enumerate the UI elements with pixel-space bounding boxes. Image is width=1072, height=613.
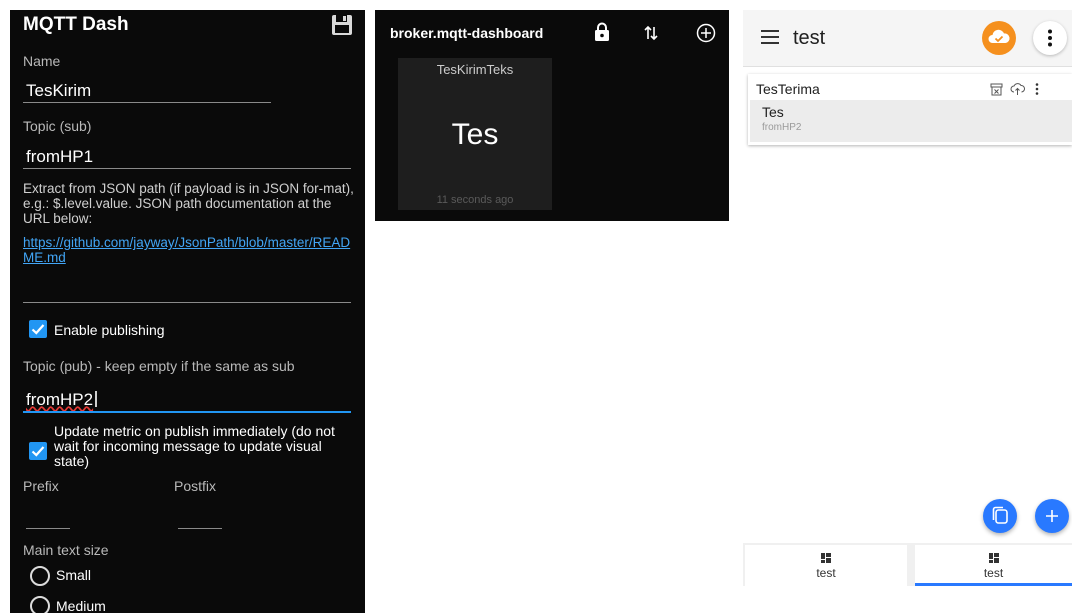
add-circle-icon[interactable] bbox=[696, 23, 716, 43]
dashboard-panel: test TesTerima Tes fromHP2 test test bbox=[743, 10, 1072, 586]
dashboard-icon bbox=[989, 553, 999, 563]
size-medium-label: Medium bbox=[56, 598, 106, 613]
tile-value: Tes bbox=[762, 104, 784, 120]
archive-icon[interactable] bbox=[990, 83, 1003, 96]
tile-timestamp: 11 seconds ago bbox=[436, 194, 514, 206]
bottom-tab-2[interactable]: test bbox=[915, 545, 1072, 586]
enable-publishing-label: Enable publishing bbox=[54, 322, 165, 338]
more-vert-icon bbox=[1048, 29, 1052, 47]
topic-pub-underline bbox=[23, 411, 351, 413]
check-icon bbox=[31, 446, 45, 457]
tile-value: Tes bbox=[451, 118, 499, 151]
name-input-underline bbox=[23, 102, 271, 103]
main-text-size-label: Main text size bbox=[23, 542, 109, 558]
cloud-upload-icon[interactable] bbox=[1010, 82, 1025, 96]
size-medium-radio[interactable] bbox=[30, 596, 50, 613]
tile-topic: fromHP2 bbox=[762, 122, 802, 133]
dashboard-title: test bbox=[793, 27, 826, 49]
text-cursor bbox=[95, 391, 98, 407]
bottom-tabs: test test bbox=[743, 543, 1072, 586]
app-bar: test bbox=[743, 10, 1072, 67]
text-tile[interactable]: Tes fromHP2 bbox=[750, 100, 1072, 142]
more-vert-icon[interactable] bbox=[1034, 82, 1040, 96]
postfix-input[interactable] bbox=[178, 528, 222, 529]
save-icon[interactable] bbox=[331, 14, 353, 36]
lock-icon[interactable] bbox=[594, 22, 610, 42]
topic-pub-value: fromHP2 bbox=[26, 390, 94, 409]
cloud-check-icon bbox=[988, 29, 1010, 43]
add-fab[interactable] bbox=[1035, 499, 1069, 533]
connection-button[interactable] bbox=[982, 21, 1016, 55]
topic-sub-input[interactable]: fromHP1 bbox=[26, 147, 93, 167]
name-label: Name bbox=[23, 53, 61, 69]
menu-icon[interactable] bbox=[761, 30, 779, 44]
enable-publishing-checkbox[interactable] bbox=[29, 320, 47, 338]
metric-card[interactable]: TesTerima Tes fromHP2 bbox=[748, 74, 1072, 145]
json-path-help: Extract from JSON path (if payload is in… bbox=[23, 181, 354, 226]
topic-pub-input[interactable]: fromHP2 bbox=[26, 390, 98, 410]
json-path-doc-link[interactable]: https://github.com/jayway/JsonPath/blob/… bbox=[23, 235, 356, 265]
name-input[interactable]: TesKirim bbox=[26, 81, 91, 101]
active-tab-indicator bbox=[915, 583, 1072, 586]
metric-tile[interactable]: TesKirimTeks Tes 11 seconds ago bbox=[398, 58, 552, 210]
plus-icon bbox=[1046, 510, 1058, 522]
update-metric-label: Update metric on publish immediately (do… bbox=[54, 423, 335, 469]
prefix-input[interactable] bbox=[26, 528, 70, 529]
check-icon bbox=[31, 324, 45, 335]
json-path-input[interactable] bbox=[23, 302, 351, 303]
tile-name: TesKirimTeks bbox=[436, 62, 514, 77]
prefix-label: Prefix bbox=[23, 478, 59, 494]
broker-title: broker.mqtt-dashboard bbox=[390, 25, 544, 41]
bottom-tab-1[interactable]: test bbox=[745, 545, 907, 586]
topic-sub-label: Topic (sub) bbox=[23, 118, 92, 134]
more-button[interactable] bbox=[1033, 21, 1067, 55]
update-metric-checkbox[interactable] bbox=[29, 442, 47, 460]
topic-pub-label: Topic (pub) - keep empty if the same as … bbox=[23, 358, 295, 374]
copy-fab[interactable] bbox=[983, 499, 1017, 533]
size-small-label: Small bbox=[56, 567, 92, 583]
topic-sub-underline bbox=[23, 168, 351, 169]
bottom-tab-label: test bbox=[983, 566, 1004, 580]
copy-icon bbox=[992, 506, 1008, 524]
metric-editor-panel: MQTT Dash Name TesKirim Topic (sub) from… bbox=[10, 10, 365, 613]
card-title: TesTerima bbox=[756, 81, 820, 97]
broker-dashboard-panel: broker.mqtt-dashboard TesKirimTeks Tes 1… bbox=[375, 10, 729, 221]
up-down-arrows-icon[interactable] bbox=[644, 25, 658, 41]
dashboard-icon bbox=[821, 553, 831, 563]
app-title: MQTT Dash bbox=[23, 14, 129, 35]
size-small-radio[interactable] bbox=[30, 566, 50, 586]
postfix-label: Postfix bbox=[174, 478, 217, 494]
bottom-tab-label: test bbox=[816, 566, 836, 580]
